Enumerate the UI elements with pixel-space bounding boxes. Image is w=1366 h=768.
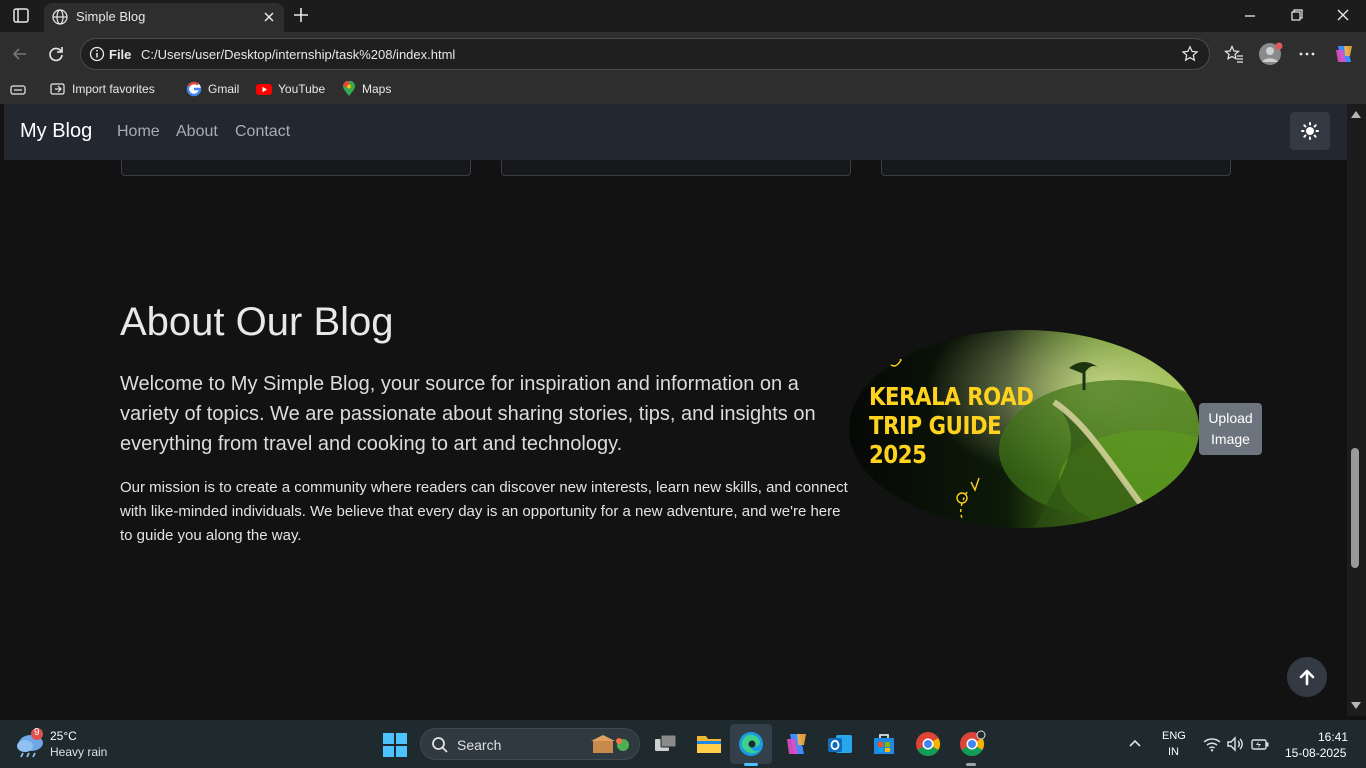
nav-link-contact[interactable]: Contact xyxy=(235,123,290,141)
scroll-up-icon[interactable] xyxy=(1351,110,1361,118)
favorite-gmail[interactable]: Gmail xyxy=(186,81,239,97)
favorites-bar: Import favorites Gmail YouTube Maps xyxy=(0,76,1366,104)
arrow-up-icon xyxy=(1299,669,1315,686)
url-scheme: File xyxy=(109,47,132,62)
copilot-app-icon[interactable] xyxy=(782,730,810,758)
minimize-icon[interactable] xyxy=(1243,8,1257,22)
chrome-profile-icon[interactable] xyxy=(958,730,986,758)
back-icon[interactable] xyxy=(10,44,30,64)
weather-temperature: 25°C xyxy=(50,729,77,743)
taskbar-search-input[interactable]: Search xyxy=(420,728,640,760)
navbar-brand[interactable]: My Blog xyxy=(20,120,92,143)
favorite-youtube[interactable]: YouTube xyxy=(256,81,325,97)
upload-image-button[interactable]: Upload Image xyxy=(1199,403,1262,455)
about-image: KERALA ROAD TRIP GUIDE 2025 xyxy=(849,330,1199,528)
favorite-label: Gmail xyxy=(208,82,240,96)
image-caption-line: KERALA ROAD xyxy=(869,382,1034,411)
rain-cloud-icon xyxy=(17,728,43,758)
wifi-icon[interactable] xyxy=(1203,736,1221,752)
info-icon[interactable] xyxy=(89,46,105,62)
favorite-star-icon[interactable] xyxy=(1181,45,1199,63)
refresh-icon[interactable] xyxy=(46,44,66,64)
url-text: C:/Users/user/Desktop/internship/task%20… xyxy=(141,47,456,62)
weather-badge: 9 xyxy=(34,727,40,738)
volume-icon[interactable] xyxy=(1226,736,1244,752)
favorite-maps[interactable]: Maps xyxy=(342,81,391,97)
theme-toggle-button[interactable] xyxy=(1290,112,1330,150)
back-to-top-button[interactable] xyxy=(1287,657,1327,697)
browser-tab-bar: Simple Blog xyxy=(0,0,1366,32)
upload-label: Image xyxy=(1211,431,1250,447)
region-indicator[interactable]: IN xyxy=(1168,746,1179,758)
taskbar: 9 25°C Heavy rain Search ENG IN 16:41 15… xyxy=(0,720,1366,768)
favorites-icon[interactable] xyxy=(1224,44,1244,64)
google-icon xyxy=(186,81,202,97)
chrome-icon[interactable] xyxy=(914,730,942,758)
address-bar-row: File C:/Users/user/Desktop/internship/ta… xyxy=(0,32,1366,76)
scrollbar-thumb[interactable] xyxy=(1351,448,1359,568)
weather-description: Heavy rain xyxy=(50,745,108,759)
favorite-import[interactable]: Import favorites xyxy=(50,81,155,97)
search-icon xyxy=(432,737,448,753)
sun-icon xyxy=(1301,122,1319,140)
running-indicator xyxy=(966,763,976,766)
windows-start-icon[interactable] xyxy=(383,733,407,757)
youtube-icon xyxy=(256,84,272,95)
globe-icon xyxy=(52,9,68,25)
restore-icon[interactable] xyxy=(1290,8,1304,22)
more-options-icon[interactable] xyxy=(1297,44,1317,64)
page-scrollbar[interactable] xyxy=(1347,104,1366,716)
language-indicator[interactable]: ENG xyxy=(1162,730,1186,742)
file-explorer-icon[interactable] xyxy=(695,730,723,758)
clock-time[interactable]: 16:41 xyxy=(1318,730,1348,744)
tab-title: Simple Blog xyxy=(76,9,146,24)
about-title: About Our Blog xyxy=(120,300,394,344)
outlook-icon[interactable] xyxy=(826,730,854,758)
nav-link-home[interactable]: Home xyxy=(117,123,160,141)
page-viewport: My Blog Home About Contact About Our Blo… xyxy=(4,104,1347,716)
image-caption: KERALA ROAD TRIP GUIDE 2025 xyxy=(869,382,1034,469)
tab-actions-icon[interactable] xyxy=(8,6,32,26)
new-tab-icon[interactable] xyxy=(292,6,310,24)
copilot-icon[interactable] xyxy=(1332,42,1356,66)
microsoft-store-icon[interactable] xyxy=(870,730,898,758)
import-icon xyxy=(50,83,65,95)
active-indicator xyxy=(744,763,758,766)
weather-widget[interactable]: 9 xyxy=(14,727,46,758)
url-input[interactable]: File C:/Users/user/Desktop/internship/ta… xyxy=(80,38,1210,70)
chevron-up-icon[interactable] xyxy=(1128,738,1142,748)
task-view-icon[interactable] xyxy=(652,730,680,758)
favorite-label: Import favorites xyxy=(72,82,155,96)
search-placeholder: Search xyxy=(457,737,502,753)
maps-icon xyxy=(343,81,355,96)
clock-date[interactable]: 15-08-2025 xyxy=(1285,746,1346,760)
favorite-label: Maps xyxy=(362,82,392,96)
image-caption-line: 2025 xyxy=(869,440,927,469)
image-caption-line: TRIP GUIDE xyxy=(869,411,1002,440)
upload-label: Upload xyxy=(1208,410,1253,426)
nav-link-about[interactable]: About xyxy=(176,123,218,141)
about-body-paragraph: Our mission is to create a community whe… xyxy=(120,479,848,544)
navbar: My Blog Home About Contact xyxy=(4,104,1347,160)
battery-icon[interactable] xyxy=(1250,736,1270,752)
browser-tab[interactable]: Simple Blog xyxy=(44,3,284,32)
close-window-icon[interactable] xyxy=(1336,8,1350,22)
close-tab-icon[interactable] xyxy=(262,10,276,24)
about-lead-paragraph: Welcome to My Simple Blog, your source f… xyxy=(120,373,816,455)
profile-avatar[interactable] xyxy=(1258,41,1284,67)
scroll-down-icon[interactable] xyxy=(1351,702,1361,710)
edge-icon[interactable] xyxy=(737,730,765,758)
search-highlight-icon xyxy=(591,735,629,753)
favorite-label: YouTube xyxy=(278,82,326,96)
sidebar-toggle-icon[interactable] xyxy=(10,82,26,98)
